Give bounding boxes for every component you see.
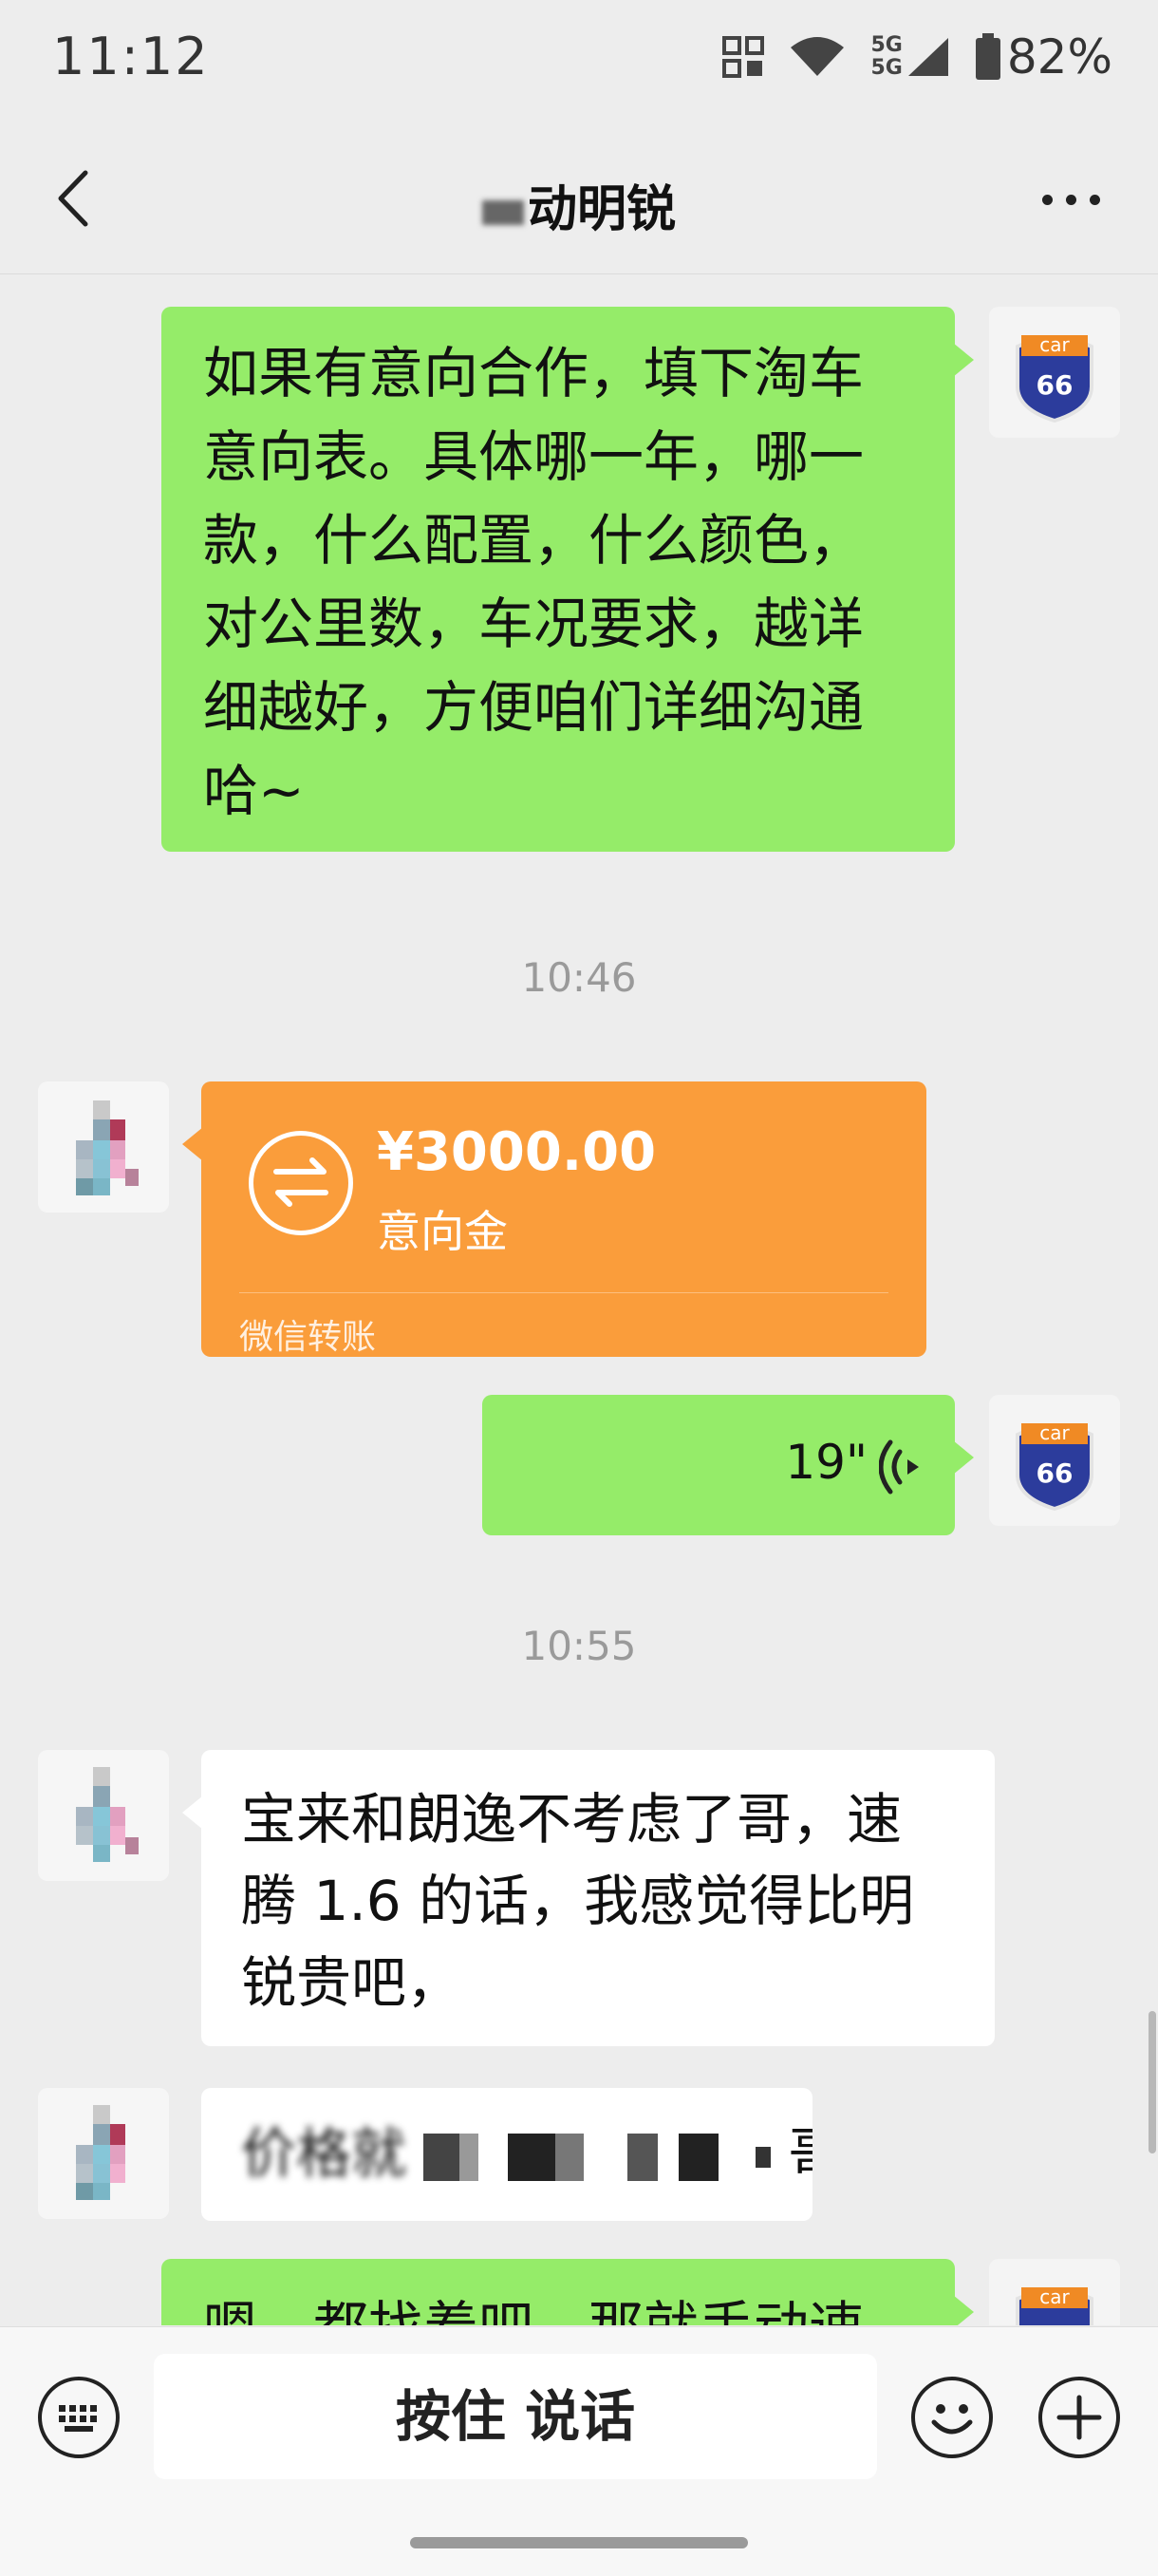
- battery-icon: [975, 33, 1000, 80]
- pixelated-avatar-image: [76, 2105, 125, 2200]
- wifi-icon: [791, 37, 845, 76]
- message-line: 细越好，方便咱们详细沟通: [203, 675, 865, 740]
- battery-percent: 82%: [1006, 29, 1112, 85]
- svg-text:66: 66: [1037, 1457, 1074, 1489]
- message-line: 意向表。具体哪一年，哪一: [203, 424, 865, 489]
- car66-logo-icon: car 66: [1016, 333, 1093, 423]
- message-line: 对公里数，车况要求，越详: [203, 592, 865, 656]
- message-line: 哈~: [203, 759, 305, 823]
- status-time: 11:12: [52, 27, 210, 86]
- svg-text:66: 66: [1037, 369, 1074, 401]
- contact-avatar[interactable]: [38, 2088, 169, 2219]
- transfer-card[interactable]: ¥3000.00 意向金 微信转账: [182, 1081, 926, 1357]
- keyboard-toggle-icon[interactable]: [38, 2377, 120, 2458]
- nfc-icon: [722, 36, 765, 78]
- chat-messages[interactable]: 如果有意向合作，填下淘车 意向表。具体哪一年，哪一 款，什么配置，什么颜色， 对…: [0, 274, 1158, 2325]
- transfer-note: 意向金: [377, 1206, 508, 1257]
- chat-title: 动明锐: [0, 169, 1158, 240]
- message-line: 锐贵吧，: [241, 1950, 462, 2015]
- chat-header: 动明锐: [0, 123, 1158, 274]
- contact-avatar[interactable]: [38, 1081, 169, 1213]
- pixelated-avatar-image: [76, 1100, 139, 1195]
- message-line: 腾 1.6 的话，我感觉得比明: [241, 1869, 915, 1933]
- voice-duration: 19": [785, 1435, 868, 1490]
- message-line: 嗯，都找着吧，那就手动速: [203, 2285, 913, 2325]
- voice-message[interactable]: 19": [482, 1395, 974, 1535]
- svg-text:car: car: [1039, 333, 1070, 356]
- hold-to-talk-button[interactable]: 按住 说话: [154, 2354, 877, 2479]
- voice-wave-icon: [879, 1439, 919, 1495]
- transfer-amount: ¥3000.00: [377, 1121, 657, 1183]
- transfer-footer: 微信转账: [239, 1318, 377, 1357]
- add-more-icon[interactable]: [1038, 2377, 1120, 2458]
- svg-text:car: car: [1039, 1421, 1070, 1444]
- svg-text:car: car: [1039, 2285, 1070, 2308]
- signal-5g: 5G 5G: [870, 34, 949, 80]
- message-text-end: 哥: [788, 2121, 812, 2186]
- emoji-icon[interactable]: [911, 2377, 993, 2458]
- outgoing-text-message[interactable]: 如果有意向合作，填下淘车 意向表。具体哪一年，哪一 款，什么配置，什么颜色， 对…: [161, 307, 974, 852]
- pixelated-avatar-image: [76, 1767, 139, 1862]
- transfer-divider: [239, 1292, 888, 1293]
- car66-logo-icon: car 66: [1016, 1421, 1093, 1512]
- message-text-start: 价格就: [241, 2121, 407, 2186]
- my-avatar[interactable]: car 66: [989, 307, 1120, 438]
- redaction-mosaic: [423, 2121, 788, 2186]
- incoming-text-message-redacted[interactable]: 价格就 哥: [201, 2088, 812, 2221]
- more-options-icon[interactable]: [1042, 180, 1109, 218]
- status-bar: 11:12 5G 5G 82%: [0, 0, 1158, 123]
- status-icons: 5G 5G 82%: [722, 28, 1112, 85]
- contact-avatar[interactable]: [38, 1750, 169, 1881]
- time-stamp: 10:55: [521, 1623, 637, 1669]
- home-indicator[interactable]: [410, 2537, 748, 2548]
- incoming-text-message[interactable]: 宝来和朗逸不考虑了哥，速 腾 1.6 的话，我感觉得比明 锐贵吧，: [182, 1750, 995, 2046]
- message-line: 如果有意向合作，填下淘车: [203, 341, 865, 405]
- my-avatar[interactable]: car 66: [989, 1395, 1120, 1526]
- outgoing-text-message-partial[interactable]: 嗯，都找着吧，那就手动速: [161, 2259, 974, 2325]
- message-line: 宝来和朗逸不考虑了哥，速: [241, 1787, 903, 1852]
- time-stamp: 10:46: [521, 954, 637, 1001]
- my-avatar[interactable]: car: [989, 2259, 1120, 2325]
- scroll-indicator[interactable]: [1149, 2011, 1156, 2153]
- signal-bars-icon: [907, 38, 948, 76]
- message-line: 款，什么配置，什么颜色，: [203, 508, 865, 573]
- car66-logo-icon: car: [1016, 2285, 1093, 2325]
- transfer-arrows-icon: [249, 1131, 353, 1235]
- redacted-name-fragment: [481, 200, 524, 225]
